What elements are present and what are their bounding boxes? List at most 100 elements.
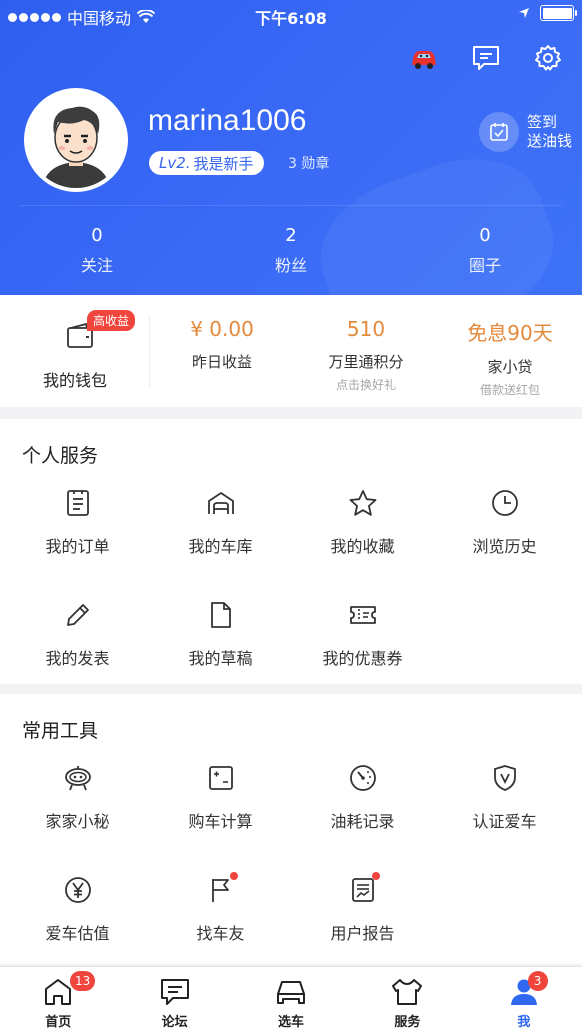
points-item[interactable]: 510 万里通积分 点击换好礼 — [294, 295, 438, 407]
my-orders-button[interactable]: 我的订单 — [5, 483, 150, 557]
forum-icon — [158, 975, 192, 1009]
common-tools-section: 常用工具 家家小秘 购车计算 油耗记录 认证爱车 爱车估值 找车友 用户报告 — [0, 694, 582, 964]
tab-choose-car[interactable]: 选车 — [233, 967, 349, 1032]
grid-item-label: 找车友 — [196, 924, 245, 943]
fuel-log-button[interactable]: 油耗记录 — [290, 758, 435, 832]
clock-icon — [485, 483, 525, 523]
loan-sublabel: 借款送红包 — [479, 383, 540, 397]
loan-label: 家小贷 — [487, 358, 533, 376]
grid-item-label: 我的收藏 — [330, 537, 395, 556]
user-reports-button[interactable]: 用户报告 — [290, 870, 435, 944]
loan-item[interactable]: 免息90天 家小贷 借款送红包 — [438, 295, 582, 407]
car-icon — [274, 975, 308, 1009]
grid-item-label: 用户报告 — [330, 924, 395, 943]
my-wallet-button[interactable]: 高收益 我的钱包 — [0, 310, 150, 390]
tab-label: 选车 — [278, 1015, 305, 1030]
tab-label: 服务 — [394, 1015, 421, 1030]
username[interactable]: marina1006 — [148, 104, 306, 138]
tab-home[interactable]: 首页 13 — [0, 967, 116, 1032]
car-purchase-calculator-button[interactable]: 购车计算 — [148, 758, 293, 832]
grid-item-label: 爱车估值 — [45, 924, 110, 943]
stat-label: 圈子 — [468, 256, 501, 275]
stat-number: 0 — [479, 225, 491, 246]
wallet-label: 我的钱包 — [42, 371, 107, 390]
message-icon[interactable] — [470, 42, 502, 74]
section-title: 个人服务 — [22, 445, 99, 467]
bottom-tab-bar: 首页 13 论坛 选车 服务 我 3 — [0, 966, 582, 1032]
earnings-value: ¥ 0.00 — [190, 317, 254, 341]
tab-label: 首页 — [45, 1015, 72, 1030]
stats-row: 0 关注 2 粉丝 0 圈子 — [0, 225, 582, 276]
robot-icon — [58, 758, 98, 798]
stat-fans[interactable]: 2 粉丝 — [194, 225, 388, 276]
header-divider — [20, 205, 562, 206]
browse-history-button[interactable]: 浏览历史 — [432, 483, 577, 557]
report-icon — [343, 870, 383, 910]
calendar-check-icon — [478, 112, 519, 152]
pencil-icon — [58, 595, 98, 635]
personal-services-section: 个人服务 我的订单 我的车库 我的收藏 浏览历史 我的发表 我的草稿 我的优惠券 — [0, 419, 582, 684]
grid-item-label: 家家小秘 — [45, 812, 110, 831]
stat-label: 关注 — [80, 256, 113, 275]
my-drafts-button[interactable]: 我的草稿 — [148, 595, 293, 669]
stat-circles[interactable]: 0 圈子 — [388, 225, 582, 276]
avatar[interactable] — [24, 88, 128, 192]
my-garage-button[interactable]: 我的车库 — [148, 483, 293, 557]
stat-number: 0 — [91, 225, 103, 246]
notification-dot — [229, 872, 238, 880]
grid-item-label: 购车计算 — [188, 812, 253, 831]
grid-item-label: 我的草稿 — [188, 649, 253, 668]
wallet-section: 高收益 我的钱包 ¥ 0.00 昨日收益 510 万里通积分 点击换好礼 免息9… — [0, 295, 582, 407]
medals-count[interactable]: 3 勋章 — [288, 153, 329, 173]
calculator-icon — [201, 758, 241, 798]
points-value: 510 — [346, 317, 386, 341]
my-favorites-button[interactable]: 我的收藏 — [290, 483, 435, 557]
settings-gear-icon[interactable] — [532, 42, 564, 74]
notification-dot — [371, 872, 380, 880]
status-time: 下午6:08 — [255, 9, 327, 28]
level-badge[interactable]: Lv2. 我是新手 — [149, 151, 264, 175]
points-label: 万里通积分 — [328, 353, 404, 371]
flag-icon — [201, 870, 241, 910]
service-icon — [390, 975, 424, 1009]
tab-forum[interactable]: 论坛 — [116, 967, 232, 1032]
home-badge: 13 — [70, 971, 96, 991]
grid-item-label: 我的优惠券 — [322, 649, 403, 668]
my-coupons-button[interactable]: 我的优惠券 — [290, 595, 435, 669]
grid-item-label: 我的订单 — [45, 537, 110, 556]
gauge-icon — [343, 758, 383, 798]
tab-label: 论坛 — [161, 1015, 188, 1030]
yesterday-earnings[interactable]: ¥ 0.00 昨日收益 — [150, 295, 294, 407]
coupon-icon — [343, 595, 383, 635]
grid-item-label: 我的车库 — [188, 537, 253, 556]
level-prefix: Lv2. — [159, 154, 191, 172]
garage-icon — [201, 483, 241, 523]
level-text: 我是新手 — [193, 154, 254, 173]
tab-label: 我 — [517, 1015, 531, 1030]
status-bar: 中国移动 下午6:08 — [0, 0, 582, 30]
section-title: 常用工具 — [22, 720, 99, 742]
profile-header: 中国移动 下午6:08 marina1006 Lv2. 我是新手 3 勋章 签到… — [0, 0, 582, 295]
stat-number: 2 — [285, 225, 297, 246]
verify-car-button[interactable]: 认证爱车 — [432, 758, 577, 832]
grid-item-label: 油耗记录 — [330, 812, 395, 831]
points-sublabel: 点击换好礼 — [335, 378, 396, 392]
yen-icon — [58, 870, 98, 910]
high-yield-badge: 高收益 — [87, 310, 136, 331]
assistant-button[interactable]: 家家小秘 — [5, 758, 150, 832]
checkin-sublabel: 送油钱 — [526, 132, 572, 150]
checkin-button[interactable]: 签到 送油钱 — [478, 112, 582, 152]
tab-me[interactable]: 我 3 — [466, 967, 582, 1032]
red-car-icon[interactable] — [408, 42, 440, 74]
grid-item-label: 我的发表 — [45, 649, 110, 668]
find-car-friends-button[interactable]: 找车友 — [148, 870, 293, 944]
draft-icon — [201, 595, 241, 635]
me-badge: 3 — [527, 971, 548, 991]
shield-v-icon — [485, 758, 525, 798]
grid-item-label: 浏览历史 — [472, 537, 537, 556]
my-posts-button[interactable]: 我的发表 — [5, 595, 150, 669]
loan-value: 免息90天 — [467, 321, 553, 345]
tab-service[interactable]: 服务 — [349, 967, 465, 1032]
stat-following[interactable]: 0 关注 — [0, 225, 194, 276]
car-valuation-button[interactable]: 爱车估值 — [5, 870, 150, 944]
